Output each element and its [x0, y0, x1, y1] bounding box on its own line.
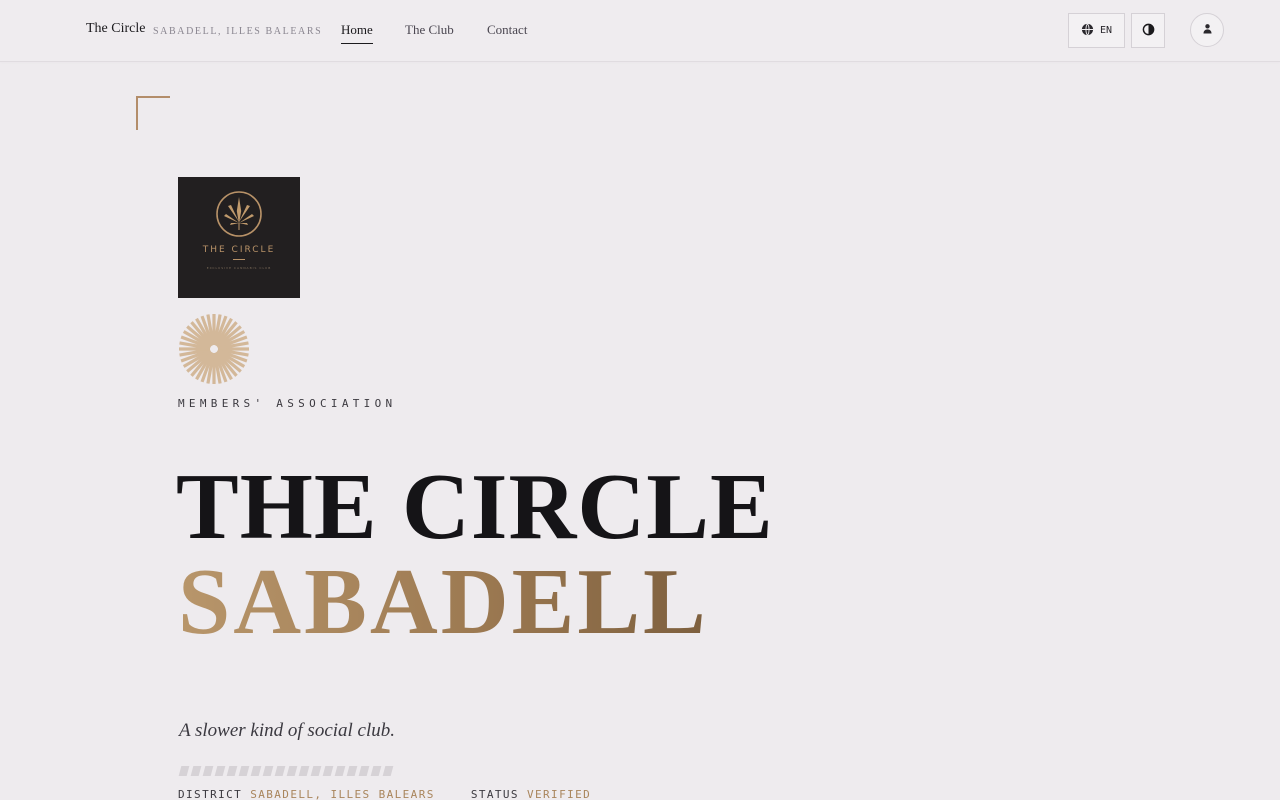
- nav-home[interactable]: Home: [341, 22, 373, 44]
- dash-mark: [286, 766, 298, 776]
- dash-mark: [370, 766, 382, 776]
- globe-icon: [1081, 23, 1094, 39]
- sunburst-icon: [179, 314, 249, 384]
- cannabis-leaf-icon: [216, 191, 262, 237]
- hero-title-line2: SABADELL: [178, 550, 709, 654]
- club-meta: DISTRICT SABADELL, ILLES BALEARS STATUS …: [178, 788, 591, 800]
- logo-wordmark: THE CIRCLE: [202, 245, 276, 255]
- brand-name[interactable]: The Circle: [86, 21, 145, 37]
- dash-mark: [202, 766, 214, 776]
- dash-mark: [214, 766, 226, 776]
- dash-mark: [298, 766, 310, 776]
- dash-mark: [250, 766, 262, 776]
- site-header: The Circle SABADELL, ILLES BALEARS Home …: [0, 0, 1280, 62]
- theme-toggle-button[interactable]: [1131, 13, 1165, 48]
- status-label: STATUS: [470, 788, 519, 800]
- decorative-dash-row: [178, 766, 394, 776]
- club-logo: THE CIRCLE EXCLUSIVE CANNABIS CLUB: [178, 177, 300, 298]
- dash-mark: [190, 766, 202, 776]
- language-button[interactable]: EN: [1068, 13, 1125, 48]
- dash-mark: [346, 766, 358, 776]
- association-eyebrow: MEMBERS' ASSOCIATION: [178, 397, 397, 410]
- contrast-icon: [1142, 23, 1155, 39]
- district-label: DISTRICT: [178, 788, 243, 800]
- dash-mark: [274, 766, 286, 776]
- logo-subtitle: EXCLUSIVE CANNABIS CLUB: [206, 266, 272, 270]
- hero-tagline: A slower kind of social club.: [179, 720, 396, 741]
- dash-mark: [262, 766, 274, 776]
- dash-mark: [310, 766, 322, 776]
- status-value: VERIFIED: [526, 788, 592, 800]
- dash-mark: [226, 766, 238, 776]
- corner-bracket-decoration: [136, 96, 170, 130]
- brand-location: SABADELL, ILLES BALEARS: [153, 26, 323, 37]
- dash-mark: [238, 766, 250, 776]
- district-value: SABADELL, ILLES BALEARS: [250, 788, 435, 800]
- account-button[interactable]: [1190, 13, 1224, 47]
- dash-mark: [358, 766, 370, 776]
- logo-divider: [233, 259, 245, 260]
- user-icon: [1202, 23, 1213, 37]
- hero-title-line1: THE CIRCLE: [176, 455, 774, 559]
- language-code: EN: [1099, 25, 1113, 36]
- nav-contact[interactable]: Contact: [487, 22, 527, 38]
- dash-mark: [334, 766, 346, 776]
- dash-mark: [382, 766, 394, 776]
- dash-mark: [178, 766, 190, 776]
- dash-mark: [322, 766, 334, 776]
- nav-the-club[interactable]: The Club: [405, 22, 454, 38]
